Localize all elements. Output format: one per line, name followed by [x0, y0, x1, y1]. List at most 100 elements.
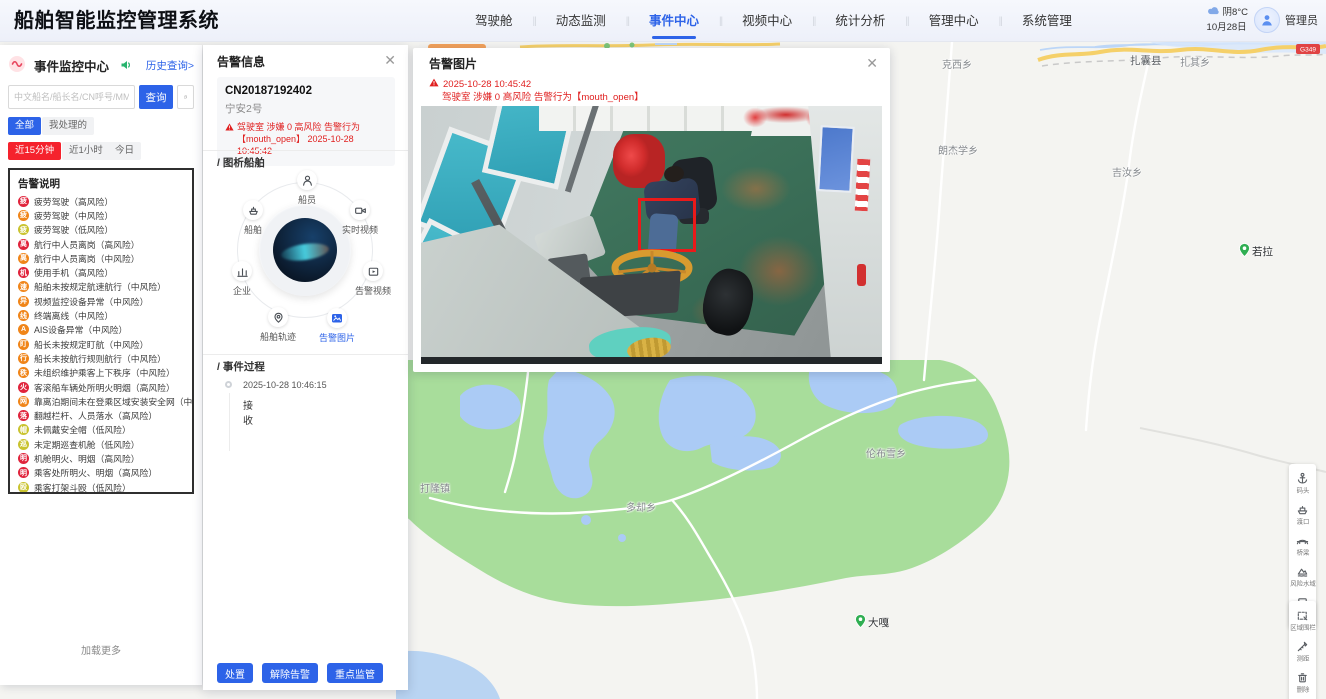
alert-info-card: CN20187192402 宁安2号 驾驶室 涉嫌 0 高风险 告警行为【mou… [217, 77, 395, 166]
close-icon[interactable]: ✕ [384, 53, 396, 67]
cloud-icon [1207, 5, 1220, 20]
alarm-badge-icon: 盯 [18, 339, 29, 350]
alarm-legend-list: 疲疲劳驾驶（高风险）疲疲劳驾驶（中风险）疲疲劳驾驶（低风险）离航行中人员离岗（高… [10, 194, 192, 494]
nav-item-1[interactable]: 驾驶舱 [455, 0, 533, 42]
alarm-badge-icon: 明 [18, 467, 29, 478]
orbit-item-label: 告警图片 [305, 331, 369, 344]
map-tool-label: 码头 [1296, 486, 1309, 495]
load-more-button[interactable]: 加载更多 [0, 642, 202, 657]
map-tool-risk[interactable]: 风险水域 [1287, 565, 1319, 590]
alarm-photo[interactable] [421, 106, 882, 364]
orbit-item-ship[interactable]: 船舶 [221, 200, 285, 236]
alarm-badge-icon: 线 [18, 310, 29, 321]
key-supervision-button[interactable]: 重点监管 [327, 663, 383, 683]
dismiss-alert-button[interactable]: 解除告警 [262, 663, 318, 683]
map-poi-marker[interactable]: 若拉 [1239, 243, 1273, 262]
alarm-legend-item: 速船舶未按规定航速航行（中风险） [10, 280, 192, 294]
filter-all[interactable]: 全部 [8, 117, 41, 135]
nav-item-3[interactable]: 事件中心 [629, 0, 719, 42]
company-icon [232, 261, 252, 281]
nav-item-5[interactable]: 统计分析 [815, 0, 905, 42]
warning-icon [429, 78, 439, 91]
orbit-item-avideo[interactable]: 告警视频 [341, 261, 405, 297]
life-jacket [613, 134, 665, 188]
map-tool-bridge[interactable]: 桥梁 [1295, 534, 1311, 559]
bridge-icon [1296, 534, 1309, 547]
handle-button[interactable]: 处置 [217, 663, 253, 683]
alert-image-warning: 2025-10-28 10:45:42 驾驶室 涉嫌 0 高风险 告警行为【mo… [429, 78, 644, 104]
map-place-label: 扎囊县 [1130, 53, 1162, 68]
map-tool-label: 删除 [1296, 685, 1309, 694]
map-tool-fence[interactable]: 区域围栏 [1287, 609, 1319, 634]
orbit-item-label: 船舶轨迹 [246, 330, 310, 343]
event-panel-header: 事件监控中心 历史查询> [8, 53, 194, 75]
alarm-badge-icon: 疲 [18, 196, 29, 207]
alarm-legend-item: 落翻越栏杆、人员落水（高风险） [10, 408, 192, 422]
filter-15min[interactable]: 近15分钟 [8, 142, 61, 160]
alert-warning-text: 驾驶室 涉嫌 0 高风险 告警行为【mouth_open】 2025-10-28… [225, 121, 387, 157]
alarm-label: 疲劳驾驶（低风险） [34, 223, 113, 236]
alarm-badge-icon: 行 [18, 353, 29, 364]
alarm-badge-icon: A [18, 324, 29, 335]
alarm-legend-item: 巡未定期巡查机舱（低风险） [10, 437, 192, 451]
alarm-legend-item: 疲疲劳驾驶（高风险） [10, 194, 192, 208]
alarm-legend-item: 疲疲劳驾驶（低风险） [10, 223, 192, 237]
user-menu[interactable]: 管理员 [1254, 7, 1318, 33]
speaker-icon[interactable] [120, 58, 132, 76]
map-poi-label: 若拉 [1252, 244, 1273, 259]
map-tool-measure[interactable]: 测距 [1295, 640, 1311, 665]
avideo-icon [363, 261, 383, 281]
alarm-label: 疲劳驾驶（中风险） [34, 209, 113, 222]
alarm-legend-item: 明乘客处所明火、明烟（高风险） [10, 466, 192, 480]
live-icon [350, 200, 370, 220]
ship-analysis-diagram: 船员船舶实时视频企业告警视频船舶轨迹告警图片 [203, 170, 408, 348]
alarm-label: 使用手机（高风险） [34, 266, 113, 279]
alarm-label: 机舱明火、明烟（高风险） [34, 452, 140, 465]
history-query-link[interactable]: 历史查询> [146, 58, 194, 73]
alarm-label: 船舶未按规定航速航行（中风险） [34, 280, 166, 293]
copy-button[interactable] [177, 85, 194, 109]
filter-today[interactable]: 今日 [108, 142, 141, 160]
alarm-legend-item: 秩未组织维护乘客上下秩序（中风险） [10, 366, 192, 380]
filter-mine[interactable]: 我处理的 [42, 117, 94, 135]
search-input[interactable] [8, 85, 135, 109]
alarm-legend-item: 帽未佩戴安全帽（低风险） [10, 423, 192, 437]
main-nav: 驾驶舱||动态监测||事件中心||视频中心||统计分析||管理中心||系统管理 [455, 0, 1092, 42]
app-title: 船舶智能监控管理系统 [14, 0, 219, 42]
photo-bottom-edge [421, 357, 882, 364]
orbit-item-track[interactable]: 船舶轨迹 [246, 307, 310, 343]
nav-item-6[interactable]: 管理中心 [909, 0, 999, 42]
search-button[interactable]: 查询 [139, 85, 173, 109]
filter-1hour[interactable]: 近1小时 [62, 142, 110, 160]
aimage-icon [327, 308, 347, 328]
alarm-legend-title: 告警说明 [18, 176, 192, 191]
risk-icon [1296, 565, 1309, 578]
del-icon [1296, 671, 1309, 684]
orbit-item-company[interactable]: 企业 [210, 261, 274, 297]
ship-number: CN20187192402 [225, 85, 387, 97]
orbit-item-label: 实时视频 [328, 223, 392, 236]
section-process-title: / 事件过程 [217, 359, 265, 374]
map-tool-ferry[interactable]: 渡口 [1295, 503, 1311, 528]
track-icon [268, 307, 288, 327]
alarm-label: 终端离线（中风险） [34, 309, 113, 322]
avatar[interactable] [1254, 7, 1280, 33]
map-tool-del[interactable]: 删除 [1295, 671, 1311, 696]
map-tool-label: 渡口 [1296, 517, 1309, 526]
nav-item-2[interactable]: 动态监测 [536, 0, 626, 42]
orbit-item-aimage[interactable]: 告警图片 [305, 308, 369, 344]
nav-item-4[interactable]: 视频中心 [722, 0, 812, 42]
close-icon[interactable]: ✕ [866, 56, 878, 70]
alarm-badge-icon: 落 [18, 410, 29, 421]
alarm-legend-item: 明机舱明火、明烟（高风险） [10, 451, 192, 465]
alert-info-title: 告警信息 [217, 53, 265, 70]
alarm-badge-icon: 帽 [18, 424, 29, 435]
cabin-bench [539, 106, 769, 131]
alarm-badge-icon: 秩 [18, 367, 29, 378]
map-place-label: 打隆镇 [420, 480, 450, 495]
orbit-item-label: 船舶 [221, 223, 285, 236]
map-poi-marker[interactable]: 大嘎 [855, 614, 889, 633]
nav-item-7[interactable]: 系统管理 [1002, 0, 1092, 42]
map-tool-anchor[interactable]: 码头 [1295, 472, 1311, 497]
orbit-item-live[interactable]: 实时视频 [328, 200, 392, 236]
